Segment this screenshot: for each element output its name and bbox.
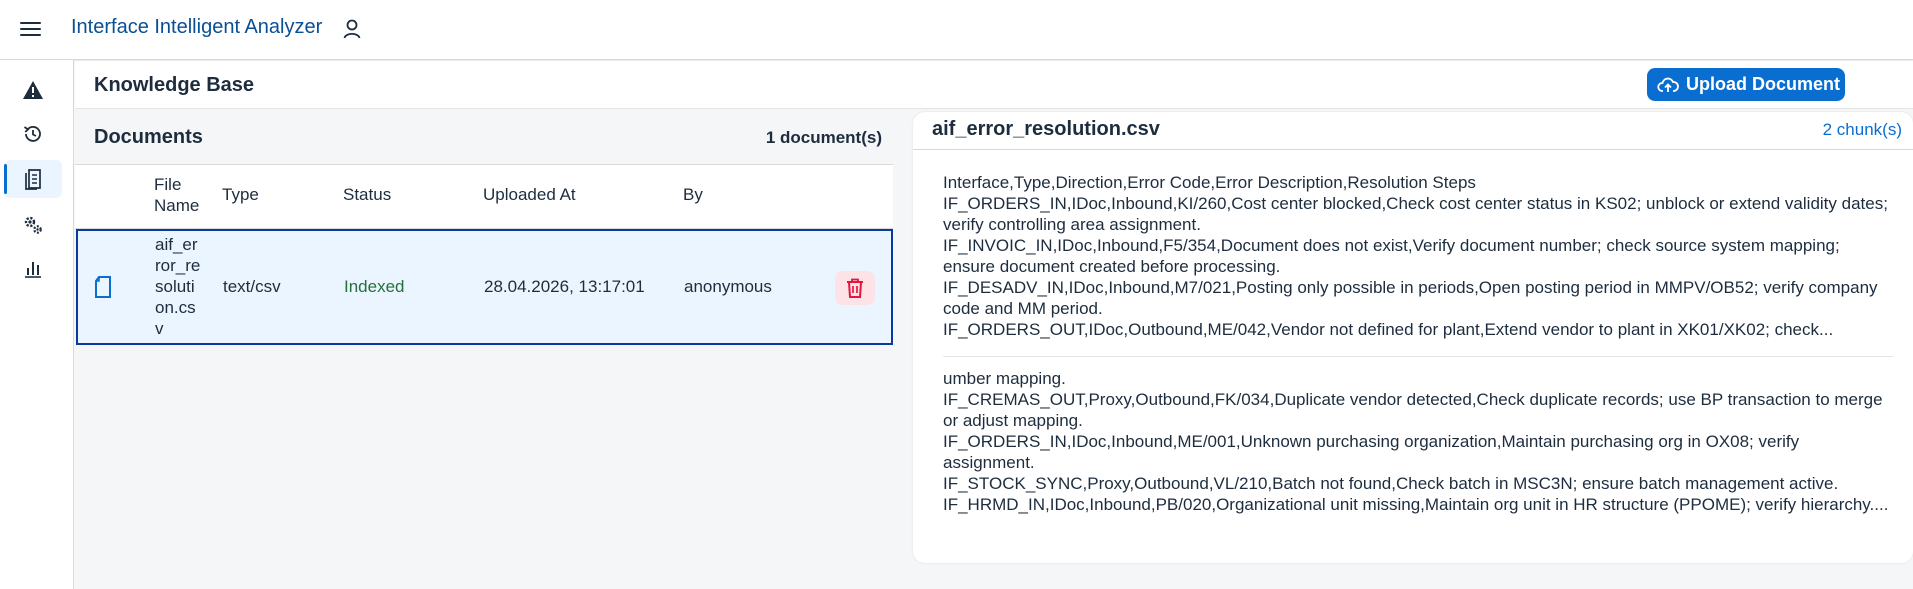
uploaded-at-cell: 28.04.2026, 13:17:01: [484, 277, 645, 296]
uploaded-by-cell: anonymous: [684, 277, 772, 296]
side-navigation: [0, 60, 74, 589]
menu-icon[interactable]: [19, 18, 43, 40]
documents-title: Documents: [94, 126, 203, 148]
delete-button[interactable]: [835, 271, 875, 305]
column-header-type[interactable]: Type: [222, 185, 259, 205]
user-icon[interactable]: [341, 18, 363, 40]
documents-count: 1 document(s): [765, 128, 882, 147]
nav-item-settings[interactable]: [4, 206, 62, 244]
chart-icon: [25, 262, 41, 278]
documents-icon: [25, 169, 41, 190]
warning-icon: [23, 81, 43, 99]
table-row[interactable]: aif_er ror_re soluti on.cs v text/csv In…: [76, 229, 893, 345]
nav-item-knowledge-base[interactable]: [4, 160, 62, 198]
settings-icon: [24, 216, 42, 234]
trash-icon: [847, 278, 863, 298]
app-title: Interface Intelligent Analyzer: [71, 16, 323, 38]
chunk-text: umber mapping. IF_CREMAS_OUT,Proxy,Outbo…: [943, 369, 1889, 514]
chunks-header: aif_error_resolution.csv 2 chunk(s): [913, 112, 1913, 150]
chunk-text: Interface,Type,Direction,Error Code,Erro…: [943, 173, 1888, 339]
column-header-status[interactable]: Status: [343, 185, 391, 205]
nav-item-errors[interactable]: [4, 71, 62, 109]
page-title: Knowledge Base: [94, 74, 255, 96]
file-icon: [93, 275, 113, 304]
shell-bar: Interface Intelligent Analyzer: [0, 0, 1913, 60]
status-cell: Indexed: [344, 277, 405, 296]
column-header-file-name[interactable]: File Name: [154, 174, 204, 216]
page-header: Knowledge Base Upload Document: [75, 61, 1913, 109]
documents-panel: Documents 1 document(s) File Name Type S…: [75, 112, 893, 589]
column-header-by[interactable]: By: [683, 185, 703, 205]
table-header: File Name Type Status Uploaded At By: [75, 165, 893, 229]
documents-toolbar: Documents 1 document(s): [75, 112, 893, 165]
chunks-file-name: aif_error_resolution.csv: [932, 118, 1160, 140]
upload-document-button[interactable]: Upload Document: [1647, 68, 1845, 101]
chunk-divider: [943, 356, 1893, 357]
nav-item-analytics[interactable]: [4, 249, 62, 287]
cloud-upload-icon: [1657, 77, 1679, 92]
chunks-panel: aif_error_resolution.csv 2 chunk(s) Inte…: [913, 112, 1913, 563]
chunks-count: 2 chunk(s): [1822, 120, 1902, 139]
column-header-uploaded-at[interactable]: Uploaded At: [483, 185, 576, 205]
upload-document-label: Upload Document: [1686, 74, 1841, 94]
file-name-cell: aif_er ror_re soluti on.cs v: [155, 235, 201, 338]
history-icon: [23, 126, 41, 142]
type-cell: text/csv: [223, 277, 281, 296]
column-header-label: File Name: [154, 175, 200, 215]
nav-item-history[interactable]: [4, 115, 62, 153]
